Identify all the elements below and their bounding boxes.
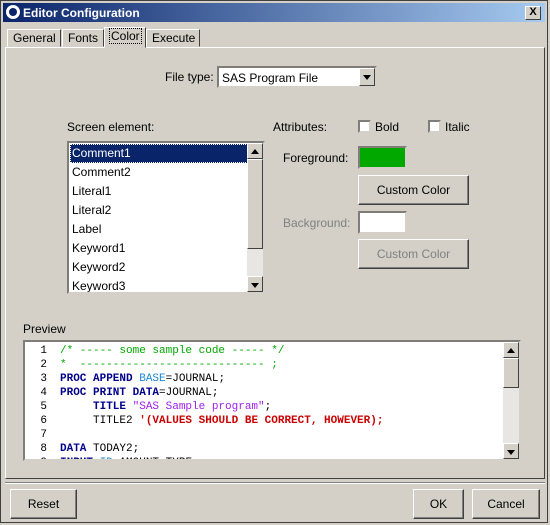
cancel-button[interactable]: Cancel [472,489,540,519]
foreground-custom-color-button[interactable]: Custom Color [358,175,469,205]
editor-configuration-dialog: Editor Configuration X General Fonts Col… [0,0,548,523]
code-token: PROC PRINT [60,387,127,399]
preview-scrollbar[interactable] [503,342,519,459]
foreground-color-swatch[interactable] [358,146,407,169]
code-token: TODAY2; [86,443,140,455]
screen-element-list[interactable]: Comment1 Comment2 Literal1 Literal2 Labe… [67,141,265,294]
tab-execute-label: Execute [152,31,196,45]
window-title: Editor Configuration [23,6,140,20]
code-line: 5 TITLE "SAS Sample program"; [25,400,271,414]
close-icon[interactable]: X [525,6,541,20]
scroll-up-button[interactable] [247,143,263,159]
footer-separator [5,482,545,484]
background-custom-color-button: Custom Color [358,239,469,269]
line-number: 8 [40,443,47,455]
line-number: 5 [40,401,47,413]
list-item[interactable]: Comment2 [70,163,250,182]
title-bar: Editor Configuration X [3,3,545,22]
code-token: ; [264,401,272,413]
line-number: 3 [40,373,47,385]
bold-checkbox[interactable] [358,120,371,133]
code-token: TITLE2 [60,415,133,427]
list-item[interactable]: Keyword1 [70,239,250,258]
preview-label: Preview [23,322,66,336]
background-color-swatch [358,211,407,234]
tab-general-label: General [13,31,56,45]
line-number: 1 [40,345,47,357]
tab-color-label: Color [109,28,142,44]
code-token: ID [93,457,113,459]
code-line: 7 [25,428,60,442]
italic-checkbox[interactable] [428,120,441,133]
code-line: 2 * ---------------------------- ; [25,358,278,372]
scroll-thumb[interactable] [247,159,263,249]
list-item[interactable]: Literal1 [70,182,250,201]
scroll-down-button[interactable] [247,276,263,292]
tab-general[interactable]: General [7,29,61,47]
file-type-select[interactable]: SAS Program File [217,66,377,88]
chevron-down-icon [363,75,371,80]
code-line: 1 /* ----- some sample code ----- */ [25,344,284,358]
code-token: * ---------------------------- ; [60,359,278,371]
tab-fonts[interactable]: Fonts [62,29,104,47]
reset-button[interactable]: Reset [10,489,77,519]
code-token: '(VALUES SHOULD BE CORRECT, HOWEVER); [132,415,384,427]
code-line: 4 PROC PRINT DATA=JOURNAL; [25,386,218,400]
chevron-down-icon [507,450,515,455]
code-token: /* ----- some sample code ----- */ [60,345,285,357]
tab-color[interactable]: Color [104,27,146,48]
code-line: 3 PROC APPEND BASE=JOURNAL; [25,372,225,386]
code-token: =JOURNAL; [165,373,226,385]
screen-element-scrollbar[interactable] [247,143,263,292]
code-token: TITLE [60,401,127,413]
list-item[interactable]: Literal2 [70,201,250,220]
list-item[interactable]: Comment1 [70,144,250,163]
code-token: "SAS Sample program" [126,401,265,413]
italic-label: Italic [445,120,470,134]
line-number: 4 [40,387,47,399]
screen-element-label: Screen element: [67,120,155,134]
foreground-label: Foreground: [283,151,349,165]
file-type-label: File type: [165,70,214,84]
code-token: PROC APPEND [60,373,133,385]
chevron-down-icon [251,283,259,288]
line-number: 2 [40,359,47,371]
app-icon [6,5,20,19]
file-type-dropdown-button[interactable] [359,68,375,86]
chevron-up-icon [251,149,259,154]
code-token: DATA [60,443,87,455]
code-line: 9 INPUT ID AMOUNT TYPE; [25,456,198,459]
chevron-up-icon [507,348,515,353]
code-line: 8 DATA TODAY2; [25,442,139,456]
list-item[interactable]: Keyword2 [70,258,250,277]
code-token: AMOUNT TYPE; [113,457,198,459]
preview-code-area[interactable]: 9INPUT ID AMOUNT TYPE;8DATA TODAY2;76 TI… [23,340,521,461]
background-label: Background: [283,216,351,230]
code-line: 6 TITLE2 '(VALUES SHOULD BE CORRECT, HOW… [25,414,383,428]
scroll-down-button[interactable] [503,443,519,459]
list-item[interactable]: Keyword3 [70,277,250,292]
list-item[interactable]: Label [70,220,250,239]
scroll-thumb[interactable] [503,358,519,388]
scroll-up-button[interactable] [503,342,519,358]
bold-label: Bold [375,120,400,134]
code-token: BASE [132,373,166,385]
tab-fonts-label: Fonts [68,31,99,45]
line-number: 9 [25,456,47,459]
code-token: DATA [126,387,160,399]
ok-button[interactable]: OK [413,489,464,519]
line-number: 7 [40,429,47,441]
line-number: 6 [40,415,47,427]
code-token: INPUT [60,457,93,459]
tab-execute[interactable]: Execute [146,29,200,47]
file-type-value: SAS Program File [222,71,319,85]
attributes-label: Attributes: [273,120,328,134]
code-token: =JOURNAL; [159,387,219,399]
